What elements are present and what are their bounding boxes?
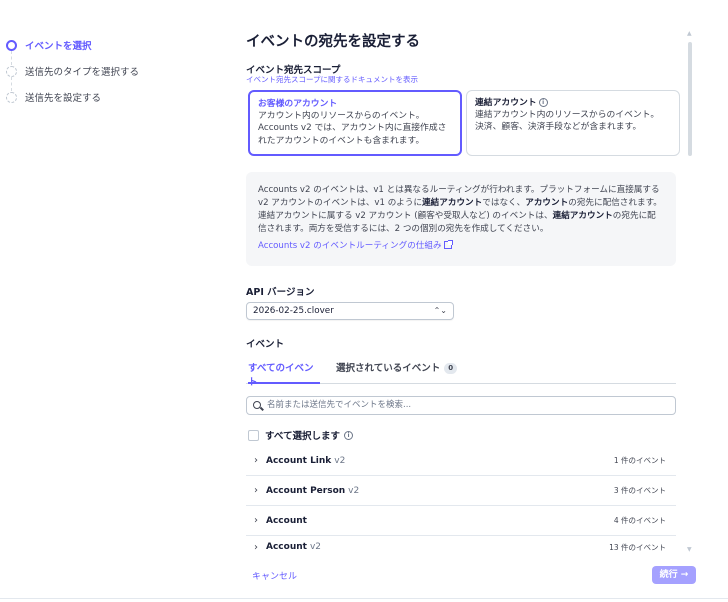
notice-bold: 連結アカ [552,211,587,221]
notice-text: ではなく、 [482,198,526,208]
event-group-name: Account Link [266,455,332,466]
chevron-right-icon: › [254,515,258,526]
scrollbar[interactable]: ▲ ▼ [686,30,694,556]
event-search-input[interactable]: 名前または送信先でイベントを検索... [246,396,676,415]
chevron-right-icon: › [254,485,258,496]
step-select-events[interactable]: イベントを選択 [6,32,206,58]
api-version-select[interactable]: 2026-02-25.clover ⌃⌄ [246,302,454,320]
event-group-version: v2 [348,485,360,496]
scope-option-title: お客様のアカウント [258,99,338,109]
api-version-label: API バージョン [246,287,315,298]
scroll-up-icon[interactable]: ▲ [687,30,692,37]
notice-text: の宛先に配 [568,198,612,208]
event-list: › Account Link v2 1 件のイベント › Account Per… [246,446,676,558]
scroll-down-icon[interactable]: ▼ [687,546,692,553]
scope-option-your-account[interactable]: お客様のアカウント アカウント内のリソースからのイベント。 Accounts v… [248,90,462,156]
event-group-name: Account [266,542,307,552]
event-group-name: Account [266,515,307,526]
event-group-row[interactable]: › Account 4 件のイベント [246,506,676,536]
select-all-checkbox[interactable] [248,429,259,441]
event-group-version: v2 [334,455,346,466]
main-panel: イベントの宛先を設定する イベント宛先スコープ イベント宛先スコープに関するドキ… [246,30,696,584]
notice-bold: 連結アカウント [422,198,483,208]
event-group-version: v2 [309,542,321,552]
scope-option-desc: アカウント内のリソースからのイベント。 [258,111,425,122]
info-icon[interactable]: i [343,430,353,440]
tab-selected-events[interactable]: 選択されているイベント 0 [336,360,458,384]
scope-option-desc: 決済、顧客、決済手段などが含まれます。 [475,122,642,133]
selected-count-badge: 0 [444,363,458,374]
event-group-row[interactable]: › Account Link v2 1 件のイベント [246,446,676,476]
step-configure-destination[interactable]: 送信先を設定する [6,84,206,110]
routing-doc-link[interactable]: Accounts v2 のイベントルーティングの仕組み [258,240,664,253]
chevron-right-icon: › [254,541,258,553]
external-link-icon [443,240,453,249]
events-label: イベント [246,339,285,350]
scrollbar-thumb[interactable] [688,42,692,156]
event-group-row[interactable]: › Account v2 13 件のイベント [246,536,676,558]
page-title: イベントの宛先を設定する [246,34,420,50]
event-count: 3 件のイベント [613,486,666,495]
scope-option-desc: れたアカウントのイベントも含まれます。 [258,135,425,146]
scope-option-desc: 連結アカウント内のリソースからのイベント。 [475,110,660,121]
select-updown-icon: ⌃⌄ [433,306,447,315]
step-pending-icon [6,91,17,103]
event-count: 1 件のイベント [613,456,666,465]
step-pending-icon [6,65,17,77]
step-label: 送信先のタイプを選択する [25,67,140,78]
event-group-row[interactable]: › Account Person v2 3 件のイベント [246,476,676,506]
bottom-divider [0,598,728,599]
notice-bold: ウント [586,211,613,221]
step-navigation: イベントを選択 送信先のタイプを選択する 送信先を設定する [6,32,206,110]
accounts-v2-notice: Accounts v2 のイベントは、v1 とは異なるルーティングが行われます。… [246,172,676,266]
notice-text: Accounts v2 のイベントは、v1 とは異なるルーティングが行われます。… [258,185,643,195]
search-placeholder: 名前または送信先でイベントを検索... [267,400,412,410]
footer-bar: キャンセル 続行 → [246,566,696,586]
event-count: 4 件のイベント [613,516,666,525]
select-all-row[interactable]: すべて選択します i [248,428,353,442]
step-label: イベントを選択 [25,41,92,52]
scope-doc-link[interactable]: イベント宛先スコープに関するドキュメントを表示 [246,74,418,85]
cancel-button[interactable]: キャンセル [252,569,297,582]
chevron-right-icon: › [254,455,258,466]
info-icon[interactable]: i [538,98,548,107]
event-group-name: Account Person [266,485,346,496]
scope-option-connected-accounts[interactable]: 連結アカウント i 連結アカウント内のリソースからのイベント。 決済、顧客、決済手… [466,90,680,156]
scope-option-desc: Accounts v2 では、アカウント内に直接作成さ [258,123,447,134]
scope-option-title: 連結アカウント i [475,97,671,109]
step-active-icon [6,39,17,51]
step-label: 送信先を設定する [25,93,102,104]
tab-all-events[interactable]: すべてのイベント [248,360,320,388]
search-icon [253,401,261,409]
continue-button[interactable]: 続行 → [652,566,696,584]
api-version-value: 2026-02-25.clover [253,306,334,316]
select-all-label: すべて選択します [265,431,340,442]
step-destination-type[interactable]: 送信先のタイプを選択する [6,58,206,84]
event-count: 13 件のイベント [609,542,666,552]
events-tabs: すべてのイベント 選択されているイベント 0 [246,356,676,388]
notice-bold: アカウント [525,198,569,208]
